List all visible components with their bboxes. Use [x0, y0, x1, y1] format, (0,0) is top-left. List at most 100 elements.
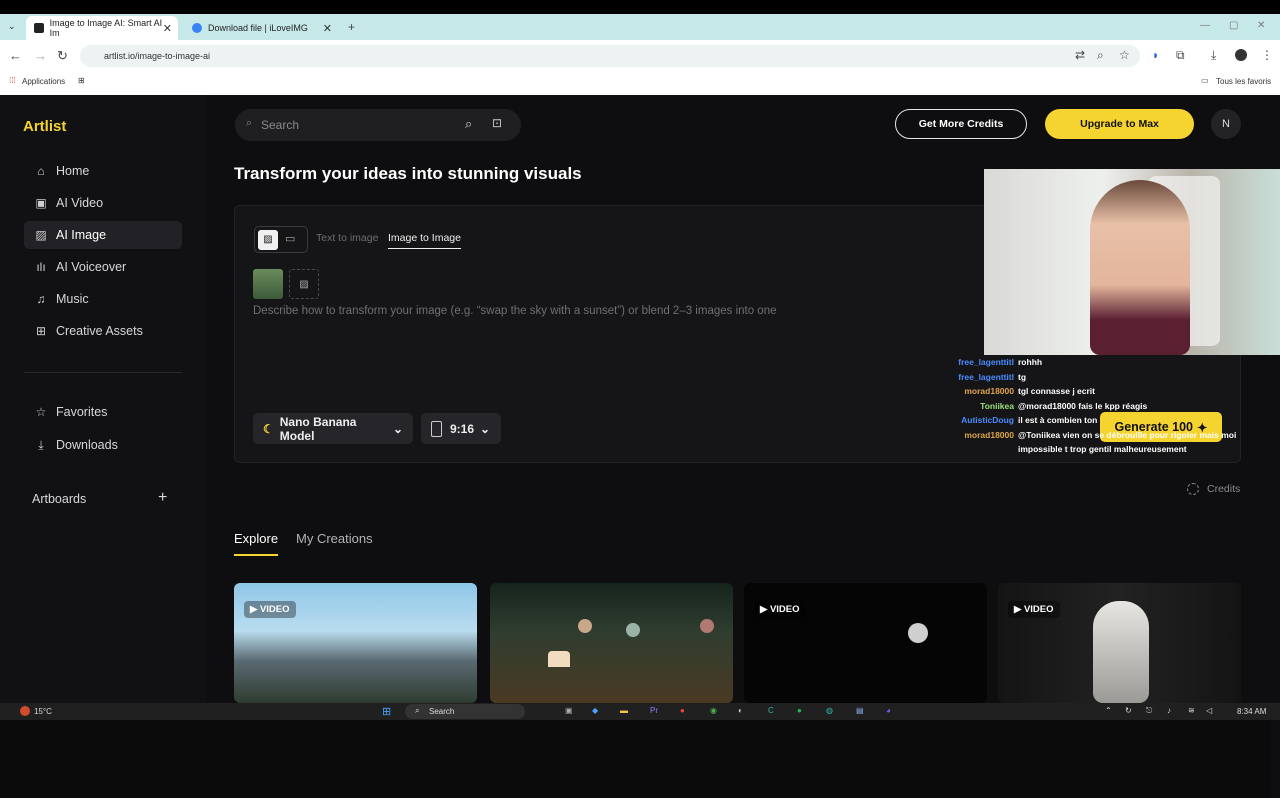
steam-icon[interactable]: ◐ — [738, 706, 743, 715]
sidebar-item-label: Downloads — [56, 438, 118, 452]
sidebar-item-favorites[interactable]: ☆ Favorites — [24, 398, 182, 426]
get-more-credits-button[interactable]: Get More Credits — [895, 109, 1027, 139]
tray-icon[interactable]: ⎋ — [1146, 706, 1152, 716]
avatar[interactable]: N — [1211, 109, 1241, 139]
add-artboard-icon[interactable]: + — [158, 489, 167, 507]
weather-icon[interactable] — [20, 706, 30, 716]
windows-start-icon[interactable]: ⊞ — [382, 705, 391, 718]
profile-avatar-icon[interactable] — [1235, 49, 1247, 61]
sidebar-item-home[interactable]: ⌂ Home — [24, 157, 182, 185]
tray-chevron-icon[interactable]: ⌃ — [1105, 706, 1112, 715]
close-tab-icon[interactable]: ✕ — [323, 22, 332, 35]
gallery-item[interactable]: ▶ VIDEO — [998, 583, 1241, 703]
task-view-icon[interactable]: ▣ — [565, 706, 573, 715]
gallery-item[interactable]: ▶ VIDEO — [234, 583, 477, 703]
app-icon[interactable]: ● — [680, 706, 685, 715]
copilot-icon[interactable]: ◆ — [592, 706, 598, 715]
horse-head-icon — [1093, 601, 1149, 703]
image-mode-icon[interactable]: ▨ — [258, 230, 278, 250]
clock[interactable]: 8:34 AM — [1237, 707, 1266, 716]
iloveimg-favicon-icon — [192, 23, 202, 33]
extension-icon[interactable]: ◗ — [1152, 48, 1159, 62]
minimize-icon[interactable]: — — [1200, 20, 1210, 31]
app-icon[interactable]: ▤ — [856, 706, 864, 715]
logo[interactable]: Artlist — [23, 118, 66, 135]
badge-label: VIDEO — [769, 604, 800, 615]
download-icon: ⤓ — [38, 437, 44, 452]
tab-artlist[interactable]: Image to Image AI: Smart AI Im ✕ — [26, 16, 178, 40]
premiere-icon[interactable]: Pr — [650, 706, 658, 715]
close-window-icon[interactable]: ✕ — [1257, 20, 1265, 31]
tab-iloveimg[interactable]: Download file | iLoveIMG ✕ — [184, 16, 338, 40]
all-bookmarks[interactable]: Tous les favoris — [1216, 77, 1271, 86]
badge-label: VIDEO — [1023, 604, 1054, 615]
tab-list-icon[interactable]: ⌄ — [8, 21, 16, 32]
discord-icon[interactable]: ◕ — [886, 706, 891, 715]
forward-icon[interactable]: → — [34, 48, 47, 63]
artboards-label[interactable]: Artboards — [32, 492, 86, 506]
menu-icon[interactable]: ⋮ — [1261, 48, 1273, 62]
badge-label: VIDEO — [259, 604, 290, 615]
sidebar-item-ai-voiceover[interactable]: ılı AI Voiceover — [24, 253, 182, 281]
tab-label: Image to Image AI: Smart AI Im — [49, 18, 163, 38]
new-tab-icon[interactable]: + — [348, 20, 355, 34]
taskbar-search[interactable]: ⌕ Search — [405, 704, 525, 719]
search-input[interactable]: ⌕ Search ⌕ ⊡ — [235, 109, 521, 141]
zoom-icon[interactable]: ⌕ — [1097, 48, 1104, 63]
tray-icon[interactable]: ↻ — [1125, 706, 1132, 715]
app-icon[interactable]: ◍ — [826, 706, 833, 715]
tab-explore[interactable]: Explore — [234, 531, 279, 556]
gallery-item[interactable]: ▶ VIDEO — [744, 583, 987, 703]
download-icon[interactable]: ⤓ — [1211, 48, 1216, 63]
moon-icon — [908, 623, 928, 643]
wifi-icon[interactable]: ≋ — [1188, 706, 1195, 715]
chat-line: AutisticDoug il est à combien ton — [940, 415, 1280, 430]
tab-image-to-image[interactable]: Image to Image — [388, 232, 461, 249]
video-icon: ▣ — [35, 196, 47, 210]
mode-toggle: ▨ ▭ — [254, 226, 308, 253]
bookmark-applications[interactable]: Applications — [22, 77, 65, 86]
sidebar-item-music[interactable]: ♫ Music — [24, 285, 182, 313]
folder-icon: ▭ — [1201, 76, 1209, 85]
tab-text-to-image[interactable]: Text to image — [316, 232, 378, 244]
app-icon[interactable]: C — [768, 706, 774, 715]
tab-my-creations[interactable]: My Creations — [296, 531, 373, 546]
weather-temp[interactable]: 15°C — [34, 707, 52, 716]
bookmark-star-icon[interactable]: ☆ — [1119, 48, 1130, 62]
maximize-icon[interactable]: ▢ — [1229, 20, 1238, 31]
sidebar-item-label: AI Video — [56, 196, 104, 210]
add-image-icon[interactable]: ▨ — [289, 269, 319, 299]
sidebar-item-creative-assets[interactable]: ⊞ Creative Assets — [24, 317, 182, 345]
video-mode-icon[interactable]: ▭ — [285, 232, 295, 245]
volume-icon[interactable]: ◁ — [1206, 706, 1212, 715]
back-icon[interactable]: ← — [9, 48, 22, 63]
visual-search-icon[interactable]: ⊡ — [492, 116, 502, 130]
sidebar-item-downloads[interactable]: ⤓ Downloads — [24, 431, 182, 459]
sidebar-item-ai-image[interactable]: ▨ AI Image — [24, 221, 182, 249]
microphone-icon[interactable]: ♪ — [1167, 706, 1171, 715]
model-select[interactable]: ☾ Nano Banana Model ⌄ — [253, 413, 413, 444]
file-explorer-icon[interactable]: ▬ — [620, 706, 628, 715]
chrome-icon[interactable]: ◉ — [710, 706, 717, 715]
extensions-puzzle-icon[interactable]: ⧉ — [1176, 48, 1185, 63]
search-magnify-icon[interactable]: ⌕ — [465, 116, 472, 132]
apps-grid-icon[interactable]: ⁞⁞⁞ — [9, 76, 16, 85]
stream-chat: free_lagenttitl rohhh free_lagenttitl tg… — [940, 357, 1280, 459]
reload-icon[interactable]: ↻ — [57, 48, 68, 64]
ratio-select[interactable]: 9:16 ⌄ — [421, 413, 501, 444]
tab-groups-icon[interactable]: ⊞ — [78, 76, 85, 85]
chat-message: @Toniikea vien on se débrouille pour rig… — [1018, 429, 1237, 440]
upgrade-button[interactable]: Upgrade to Max — [1045, 109, 1194, 139]
uploaded-image-thumbnail[interactable] — [253, 269, 283, 299]
sidebar: Artlist ⌂ Home ▣ AI Video ▨ AI Image ılı… — [0, 95, 206, 703]
spotify-icon[interactable]: ● — [797, 706, 802, 715]
sidebar-item-ai-video[interactable]: ▣ AI Video — [24, 189, 182, 217]
sidebar-item-label: AI Image — [56, 228, 107, 242]
close-tab-icon[interactable]: ✕ — [163, 22, 172, 35]
url-bar[interactable]: artlist.io/image-to-image-ai — [80, 45, 1140, 67]
sidebar-divider — [24, 372, 182, 373]
gallery-item[interactable] — [490, 583, 733, 703]
sidebar-item-label: Home — [56, 164, 90, 178]
prompt-input[interactable]: Describe how to transform your image (e.… — [253, 305, 777, 317]
translate-icon[interactable]: ⇄ — [1075, 48, 1085, 62]
